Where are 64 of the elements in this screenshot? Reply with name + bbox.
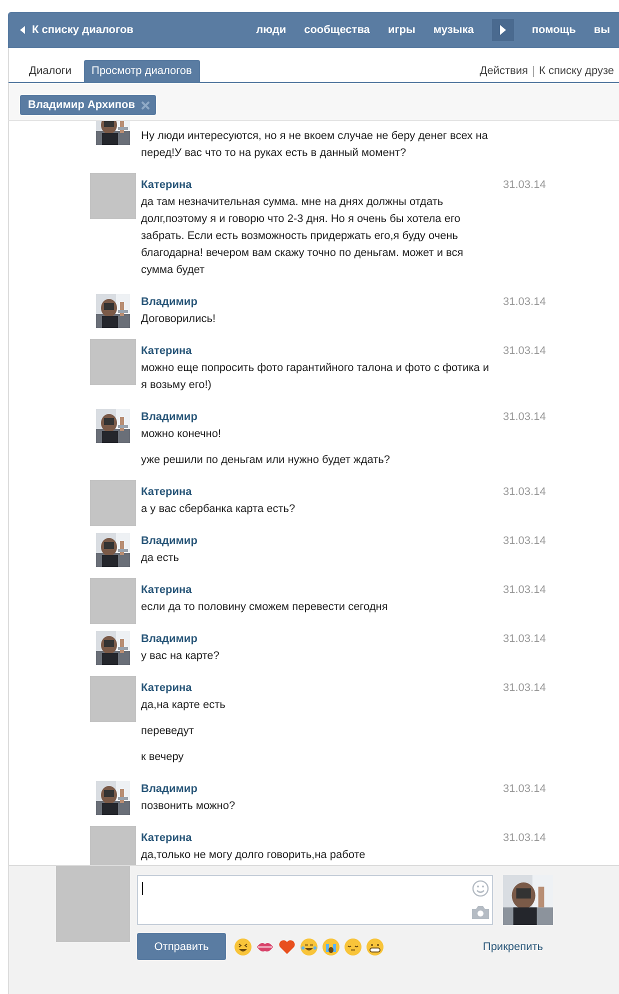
smiley-icon [472,880,489,897]
message-text: если да то половину сможем перевести сегодня [141,600,389,615]
nav-link[interactable]: вы [584,24,619,36]
message-date: 31.03.14 [503,583,546,598]
message-text: уже решили по деньгам или нужно будет ждать? [141,453,392,468]
filter-chip[interactable]: Владимир Архипов [20,95,156,115]
author-name[interactable]: Катерина [141,179,192,191]
author-name[interactable]: Владимир [141,633,198,645]
heart-icon[interactable] [278,938,296,956]
message-text: а у вас сбербанка карта есть? [141,502,296,517]
message-date: 31.03.14 [503,831,546,846]
message-date: 31.03.14 [503,410,546,425]
message-date: 31.03.14 [503,295,546,310]
message-text: можно еще попросить фото гарантийного талона и фото с фотика и я возьму его!) [141,361,490,393]
relieved-face-icon[interactable] [344,938,362,956]
message-text: Ну люди интересуются, но я не вкоем случае не беру денег всех на перед!У вас что то на руках есть в данный момент? [141,129,489,161]
camera-icon [472,906,489,919]
more-button[interactable] [492,19,514,41]
send-button[interactable]: Отправить [137,933,226,960]
crying-face-icon[interactable] [322,938,340,956]
caret-icon [20,26,25,34]
author-name[interactable]: Владимир [141,411,198,423]
author-name[interactable]: Катерина [141,832,192,844]
laughing-face-icon[interactable] [234,938,252,956]
nav-link[interactable]: музыка [424,24,483,36]
message-text: да там незначительная сумма. мне на днях должны отдать долг,поэтому я и говорю что 2-3 дня. Но я очень бы хотела его забрать. Если есть возможность придержать его,я буду очень благодарна! вечером вам скажу точно по деньгам. может и вся сумма будет [141,195,464,278]
crying-laughing-face-icon[interactable] [300,938,318,956]
message-text: да есть [141,551,180,566]
message-text: да,на карте есть [141,698,226,713]
nav-link[interactable]: люди [247,24,296,36]
message-date: 31.03.14 [503,782,546,797]
message-date: 31.03.14 [503,178,546,193]
message-text: да,только не могу долго говорить,на работе [141,848,366,863]
nav-link[interactable]: помощь [522,24,585,36]
message-text: позвонить можно? [141,799,236,814]
action-link[interactable]: Действия [474,65,533,77]
nav-link[interactable]: игры [378,24,424,36]
author-name[interactable]: Катерина [141,682,192,694]
tab[interactable]: Диалоги [21,60,80,82]
message-text: можно конечно! [141,427,222,442]
nav-link[interactable]: сообщества [295,24,379,36]
author-name[interactable]: Катерина [141,584,192,596]
message-date: 31.03.14 [503,632,546,647]
message-date: 31.03.14 [503,681,546,696]
message-text: к вечеру [141,750,185,765]
author-name[interactable]: Катерина [141,345,192,357]
message-date: 31.03.14 [503,344,546,359]
author-name[interactable]: Владимир [141,296,198,308]
message-date: 31.03.14 [503,534,546,549]
message-input[interactable] [137,875,493,925]
message-text: Договорились! [141,312,217,327]
author-name[interactable]: Катерина [141,486,192,498]
message-date: 31.03.14 [503,485,546,500]
close-icon [141,100,150,110]
attach-link[interactable]: Прикрепить [482,940,543,952]
play-icon [500,25,506,35]
back-link[interactable]: К списку диалогов [20,24,134,36]
action-link[interactable]: К списку друзе [534,65,619,77]
message-text: переведут [141,724,195,739]
message-text: у вас на карте? [141,649,220,664]
author-name[interactable]: Владимир [141,535,198,547]
tab[interactable]: Просмотр диалогов [84,60,200,82]
grimacing-face-icon[interactable] [366,938,384,956]
author-name[interactable]: Владимир [141,783,198,795]
